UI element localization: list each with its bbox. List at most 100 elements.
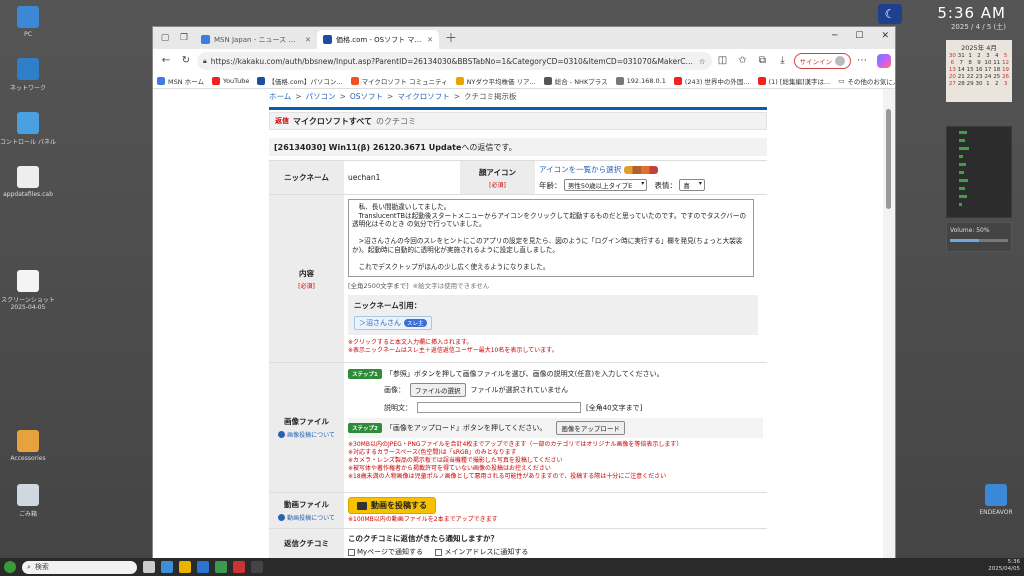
other-favorites[interactable]: ▭ その他のお気に入り xyxy=(838,76,895,86)
back-icon[interactable]: ← xyxy=(157,52,175,70)
meter-bar xyxy=(959,203,962,206)
image-description-input[interactable] xyxy=(417,402,581,413)
calendar-day: 24 xyxy=(984,74,992,80)
refresh-icon[interactable]: ↻ xyxy=(177,52,195,70)
page-content: ホーム > パソコン > OSソフト > マイクロソフト > クチコミ掲示板 返信 マイ… xyxy=(153,89,883,575)
notify-mypage-checkbox[interactable]: Myページで通知する xyxy=(348,547,423,557)
meter-bar xyxy=(959,179,968,182)
file-select-button[interactable]: ファイルの選択 xyxy=(410,383,466,397)
collections-icon[interactable]: ⧉ xyxy=(754,52,772,70)
thread-title: [26134030] Win11(β) 26120.3671 Update xyxy=(274,142,462,152)
bookmark-item[interactable]: NYダウ平均株価 リア... xyxy=(455,76,536,86)
copilot-icon[interactable] xyxy=(877,54,891,68)
taskbar-search[interactable]: ⌕ 検索 xyxy=(22,560,137,574)
notify-email-checkbox[interactable]: メインアドレスに通知する xyxy=(435,547,528,557)
maximize-icon[interactable]: ☐ xyxy=(855,31,863,41)
calendar-grid: 30 31 1 2 3 4 5 6 7 8 9 10 11 12 13 14 15 16 17 18 19 20 21 22 2… xyxy=(948,53,1010,88)
bookmark-item[interactable]: MSN ホーム xyxy=(157,76,204,86)
required-mark: [必須] xyxy=(489,181,506,189)
file-explorer-icon[interactable] xyxy=(179,561,191,573)
header-rule xyxy=(269,107,767,110)
breadcrumb-pc[interactable]: パソコン xyxy=(306,91,336,102)
desktop-icon-pc[interactable]: PC xyxy=(0,6,56,38)
post-video-button[interactable]: 動画を投稿する xyxy=(348,497,436,514)
bookmark-favicon-icon xyxy=(757,76,766,85)
upload-image-button[interactable]: 画像をアップロード xyxy=(556,421,625,435)
bookmark-item[interactable]: 【価格.com】パソコン... xyxy=(257,76,343,86)
task-view-icon[interactable] xyxy=(143,561,155,573)
desktop-icon-screenshot[interactable]: スクリーンショット 2025-04-05 xyxy=(0,270,56,311)
app-icon[interactable] xyxy=(233,561,245,573)
image-row: 画像ファイル 画像投稿について ステップ1 「参照」ボタンを押して画像ファイルを… xyxy=(269,363,767,493)
volume-widget[interactable]: Volume: 50% xyxy=(946,222,1012,252)
breadcrumb-os[interactable]: OSソフト xyxy=(350,91,383,102)
close-tab-icon[interactable]: ✕ xyxy=(427,36,433,44)
breadcrumb-home[interactable]: ホーム xyxy=(269,91,291,102)
app-icon[interactable] xyxy=(215,561,227,573)
browser-window: ▢ ❐ MSN Japan - ニュース 天気 メール ✕ 価格.com - O… xyxy=(152,26,896,576)
calendar-day: 28 xyxy=(957,81,965,87)
signin-button[interactable]: サインイン xyxy=(793,53,851,69)
bookmark-item[interactable]: (1) [総集編]漢字は... xyxy=(757,76,830,86)
favorite-star-icon[interactable]: ☆ xyxy=(699,57,706,66)
page-scrollbar[interactable] xyxy=(883,89,895,575)
more-menu-icon[interactable]: ⋯ xyxy=(853,52,871,70)
calendar-day: 22 xyxy=(966,74,974,80)
image-help-link[interactable]: 画像投稿について xyxy=(278,430,335,439)
bookmark-favicon-icon xyxy=(455,76,464,85)
app-icon[interactable] xyxy=(251,561,263,573)
edge-icon[interactable] xyxy=(161,561,173,573)
calendar-day: 20 xyxy=(948,74,956,80)
nickname-row: ニックネーム uechan1 顔アイコン [必須] アイコンを一覧から選択 年齢… xyxy=(269,161,767,195)
body-row: 内容 [必須] 私、長い間勘違いしてました。 TranslucentTBは起動後… xyxy=(269,195,767,363)
minimize-icon[interactable]: ─ xyxy=(832,31,837,41)
desktop-icon-control-panel[interactable]: コントロール パネル xyxy=(0,112,56,146)
browser-toolbar: ← ↻ 🔒︎ https://kakaku.com/auth/bbsnew/In… xyxy=(153,49,895,73)
desktop-icon-accessories[interactable]: Accessories xyxy=(0,430,56,462)
address-bar[interactable]: 🔒︎ https://kakaku.com/auth/bbsnew/Input.… xyxy=(197,52,712,70)
desktop-icon-cab-file[interactable]: appdatafiles.cab xyxy=(0,166,56,198)
tab-msn[interactable]: MSN Japan - ニュース 天気 メール ✕ xyxy=(195,30,317,49)
video-help-link[interactable]: 動画投稿について xyxy=(278,513,335,522)
start-icon[interactable] xyxy=(4,561,16,573)
new-tab-button[interactable]: ＋ xyxy=(439,29,463,49)
calendar-day: 15 xyxy=(966,67,974,73)
volume-bar xyxy=(950,239,1008,242)
calendar-widget: 2025年 4月 30 31 1 2 3 4 5 6 7 8 9 10 11 12 13 14 15 16 17 18… xyxy=(946,40,1012,102)
tab-kakaku[interactable]: 価格.com - OSソフト マイクロソフト ✕ xyxy=(317,30,439,49)
bookmark-item[interactable]: (243) 世界中の外国... xyxy=(673,76,750,86)
meter-bar xyxy=(959,147,969,150)
close-window-icon[interactable]: ✕ xyxy=(881,31,889,41)
meter-bar xyxy=(959,131,967,134)
system-tray-clock[interactable]: 5:36 2025/04/05 xyxy=(988,559,1020,573)
calendar-day: 1 xyxy=(968,53,972,59)
calendar-day: 2 xyxy=(977,53,981,59)
bookmark-item[interactable]: マイクロソフト コミュニティ xyxy=(350,76,448,86)
calendar-day: 6 xyxy=(950,60,955,66)
bookmark-item[interactable]: YouTube xyxy=(211,76,249,85)
desktop-icon-network[interactable]: ネットワーク xyxy=(0,58,56,92)
bookmark-item[interactable]: 総合 - NHKプラス xyxy=(543,76,608,86)
close-tab-icon[interactable]: ✕ xyxy=(305,36,311,44)
quote-nickname-button[interactable]: ＞沼さんさん スレ主 xyxy=(354,316,432,330)
calendar-day: 3 xyxy=(986,53,990,59)
body-textarea[interactable]: 私、長い間勘違いしてました。 TranslucentTBは起動後スタートメニュー… xyxy=(348,199,754,277)
tab-actions-icon[interactable]: ❐ xyxy=(176,30,192,46)
thread-owner-badge: スレ主 xyxy=(404,319,427,327)
download-icon[interactable]: ⤓ xyxy=(774,52,792,70)
scrollbar-thumb[interactable] xyxy=(886,109,891,209)
split-screen-icon[interactable]: ◫ xyxy=(714,52,732,70)
face-icon-select-link[interactable]: アイコンを一覧から選択 xyxy=(539,165,621,174)
thread-info: [26134030] Win11(β) 26120.3671 Update への… xyxy=(269,138,767,156)
store-icon[interactable] xyxy=(197,561,209,573)
workspaces-icon[interactable]: ▢ xyxy=(157,30,173,46)
breadcrumb-microsoft[interactable]: マイクロソフト xyxy=(397,91,449,102)
network-icon xyxy=(17,58,39,80)
age-select[interactable]: 男性50歳以上タイプE xyxy=(563,179,648,191)
favorites-icon[interactable]: ✩ xyxy=(734,52,752,70)
expression-select[interactable]: 喜 xyxy=(679,179,705,191)
bookmark-favicon-icon xyxy=(543,76,552,85)
desktop-icon-endeavor[interactable]: ENDEAVOR xyxy=(968,484,1024,516)
bookmark-item[interactable]: 192.168.0.1 xyxy=(615,76,666,85)
desktop-icon-recycle-bin[interactable]: ごみ箱 xyxy=(0,484,56,518)
